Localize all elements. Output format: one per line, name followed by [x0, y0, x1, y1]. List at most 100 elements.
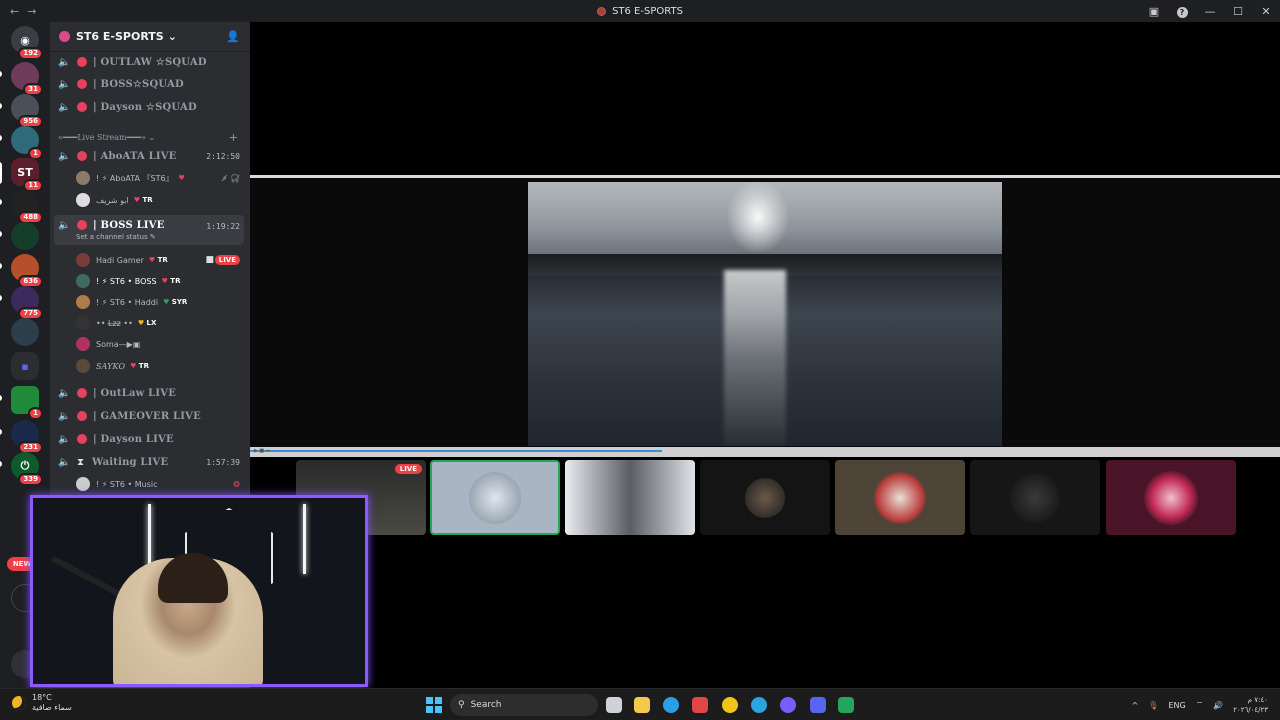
led-light — [303, 504, 306, 574]
voice-channel[interactable]: 🔈 | OutLaw LIVE — [54, 383, 244, 403]
create-channel-icon[interactable]: + — [229, 131, 238, 144]
channel-name: | Dayson ☆SQUAD — [93, 101, 197, 113]
participant-tile[interactable] — [970, 460, 1100, 535]
weather-condition: سماء صافية — [32, 703, 72, 712]
voice-channel[interactable]: 🔈 ⧗ Waiting LIVE 1:57:39 — [54, 452, 244, 472]
category-live-stream[interactable]: «━━━Live Stream━━━» ⌄ + — [58, 130, 244, 144]
server-icon[interactable]: 31 — [11, 62, 43, 96]
language-indicator[interactable]: ENG — [1168, 701, 1185, 710]
volume-icon[interactable]: 🔊 — [1213, 701, 1223, 710]
add-member-icon[interactable]: 👤 — [226, 30, 240, 43]
app-icon[interactable] — [780, 697, 796, 713]
record-dot-icon — [77, 151, 87, 161]
close-button[interactable]: ✕ — [1252, 5, 1280, 18]
voice-channel[interactable]: 🔈 | OUTLAW ☆SQUAD — [54, 52, 244, 72]
speaker-icon: 🔈 — [58, 150, 71, 162]
server-icon[interactable]: 231 — [11, 420, 43, 454]
user-tag: ♥ TR — [130, 362, 149, 370]
game-app-icon[interactable] — [692, 697, 708, 713]
live-badge: LIVE — [214, 255, 240, 265]
seek-bar[interactable]: ▶ ■ ⏭ — [250, 447, 1280, 457]
task-view-icon[interactable] — [606, 697, 622, 713]
taskbar-search[interactable]: ⚲ Search — [450, 694, 598, 716]
voice-user[interactable]: ! ⚡ ST6 • Music ❂ — [76, 475, 244, 493]
wifi-icon[interactable]: ⌔ — [1196, 700, 1204, 710]
temperature: 18°C — [32, 693, 52, 702]
chrome-icon[interactable] — [722, 697, 738, 713]
record-dot-icon — [77, 411, 87, 421]
weather-widget[interactable]: 18°C سماء صافية — [12, 693, 72, 713]
user-name: ابو شريف — [96, 195, 129, 205]
voice-channel-selected[interactable]: 🔈 | BOSS LIVE 1:19:22 Set a channel stat… — [54, 215, 244, 245]
microphone-icon[interactable]: 🎙 — [1148, 701, 1158, 710]
voice-user[interactable]: •• L̶z̶z̶ •• ♥ LX — [76, 314, 244, 332]
user-tag: ♥ — [178, 174, 185, 182]
server-icon[interactable] — [11, 318, 39, 346]
server-icon[interactable] — [11, 222, 39, 250]
server-icon[interactable]: 1 — [11, 386, 43, 420]
player-controls-icon[interactable]: ▶ ■ ⏭ — [254, 448, 270, 454]
server-icon[interactable]: 636 — [11, 254, 43, 288]
voice-user[interactable]: ابو شريف ♥ TR — [76, 191, 244, 209]
active-app-icon[interactable] — [838, 697, 854, 713]
minimize-button[interactable]: — — [1196, 5, 1224, 18]
speaker-icon: 🔈 — [58, 410, 71, 422]
record-dot-icon — [77, 102, 87, 112]
guild-header[interactable]: ST6 E-SPORTS ⌄ 👤 — [50, 22, 250, 52]
server-icon-st6[interactable]: ST 11 — [11, 158, 43, 192]
voice-channel[interactable]: 🔈 | Dayson ☆SQUAD — [54, 97, 244, 117]
server-icon[interactable]: 775 — [11, 286, 43, 320]
server-icon[interactable]: 1 — [11, 126, 43, 160]
voice-channel[interactable]: 🔈 | BOSS☆SQUAD — [54, 74, 244, 94]
telegram-icon[interactable] — [751, 697, 767, 713]
unread-pip — [0, 429, 2, 435]
discord-icon[interactable] — [810, 697, 826, 713]
participant-tile[interactable] — [835, 460, 965, 535]
direct-messages-button[interactable]: ◉ 192 — [11, 26, 43, 60]
guild-name: ST6 E-SPORTS — [76, 30, 164, 43]
voice-channel[interactable]: 🔈 | AboATA LIVE 2:12:50 — [54, 146, 244, 166]
participant-tile-camera[interactable] — [565, 460, 695, 535]
user-name: •• L̶z̶z̶ •• — [96, 318, 133, 328]
voice-channel[interactable]: 🔈 | Dayson LIVE — [54, 429, 244, 449]
voice-user[interactable]: ! ⚡ ST6 • Haddi ♥ SYR — [76, 293, 244, 311]
inbox-icon[interactable]: ▣ — [1140, 5, 1168, 18]
help-icon[interactable]: ? — [1168, 5, 1196, 18]
speaker-icon: 🔈 — [58, 433, 71, 445]
server-folder[interactable]: ▪ — [11, 352, 39, 380]
search-placeholder: Search — [470, 700, 502, 710]
edge-browser-icon[interactable] — [663, 697, 679, 713]
voice-channel[interactable]: 🔈 | GAMEOVER LIVE — [54, 406, 244, 426]
folder-icon: ▪ — [21, 359, 29, 373]
unread-pip — [0, 103, 2, 109]
server-icon[interactable]: 488 — [11, 190, 43, 224]
participant-tile-selected[interactable] — [430, 460, 560, 535]
windows-start-icon[interactable] — [426, 697, 442, 713]
channel-timer: 2:12:50 — [206, 151, 240, 161]
avatar — [76, 274, 90, 288]
maximize-button[interactable]: ☐ — [1224, 5, 1252, 18]
user-tag: ♥ LX — [137, 319, 157, 327]
server-icon[interactable]: ⏻ 339 — [11, 452, 43, 486]
participant-tile[interactable] — [700, 460, 830, 535]
participant-tile[interactable] — [1106, 460, 1236, 535]
voice-user[interactable]: Hadi Gamer ♥ TR ■ LIVE — [76, 251, 244, 269]
user-tag: ♥ SYR — [163, 298, 188, 306]
speaker-icon: 🔈 — [58, 101, 71, 113]
voice-user[interactable]: 𝑆𝐴𝑌𝐾𝑂 ♥ TR — [76, 357, 244, 375]
channel-status[interactable]: Set a channel status ✎ — [76, 233, 156, 241]
channel-timer: 1:57:39 — [206, 457, 240, 467]
user-name: ! ⚡ AboATA 『ST6』 — [96, 173, 174, 183]
chevron-up-icon[interactable]: ^ — [1132, 701, 1139, 710]
voice-user[interactable]: ! ⚡ AboATA 『ST6』 ♥ ⚡̸ 🎧̸ — [76, 169, 244, 187]
clock[interactable]: ٧:٤٠ م ٢٠٢٦/٠٤/٢٣ — [1233, 695, 1268, 715]
server-icon[interactable]: 956 — [11, 94, 43, 128]
unread-pip — [0, 231, 2, 237]
channel-name: | BOSS LIVE — [93, 220, 165, 231]
avatar — [76, 316, 90, 330]
voice-user[interactable]: Soma—▶▣ — [76, 335, 244, 353]
stream-video[interactable] — [528, 182, 1002, 446]
stream-player[interactable]: ▶ ■ ⏭ — [250, 175, 1280, 457]
voice-user[interactable]: ! ⚡ ST6 • BOSS ♥ TR — [76, 272, 244, 290]
file-explorer-icon[interactable] — [634, 697, 650, 713]
